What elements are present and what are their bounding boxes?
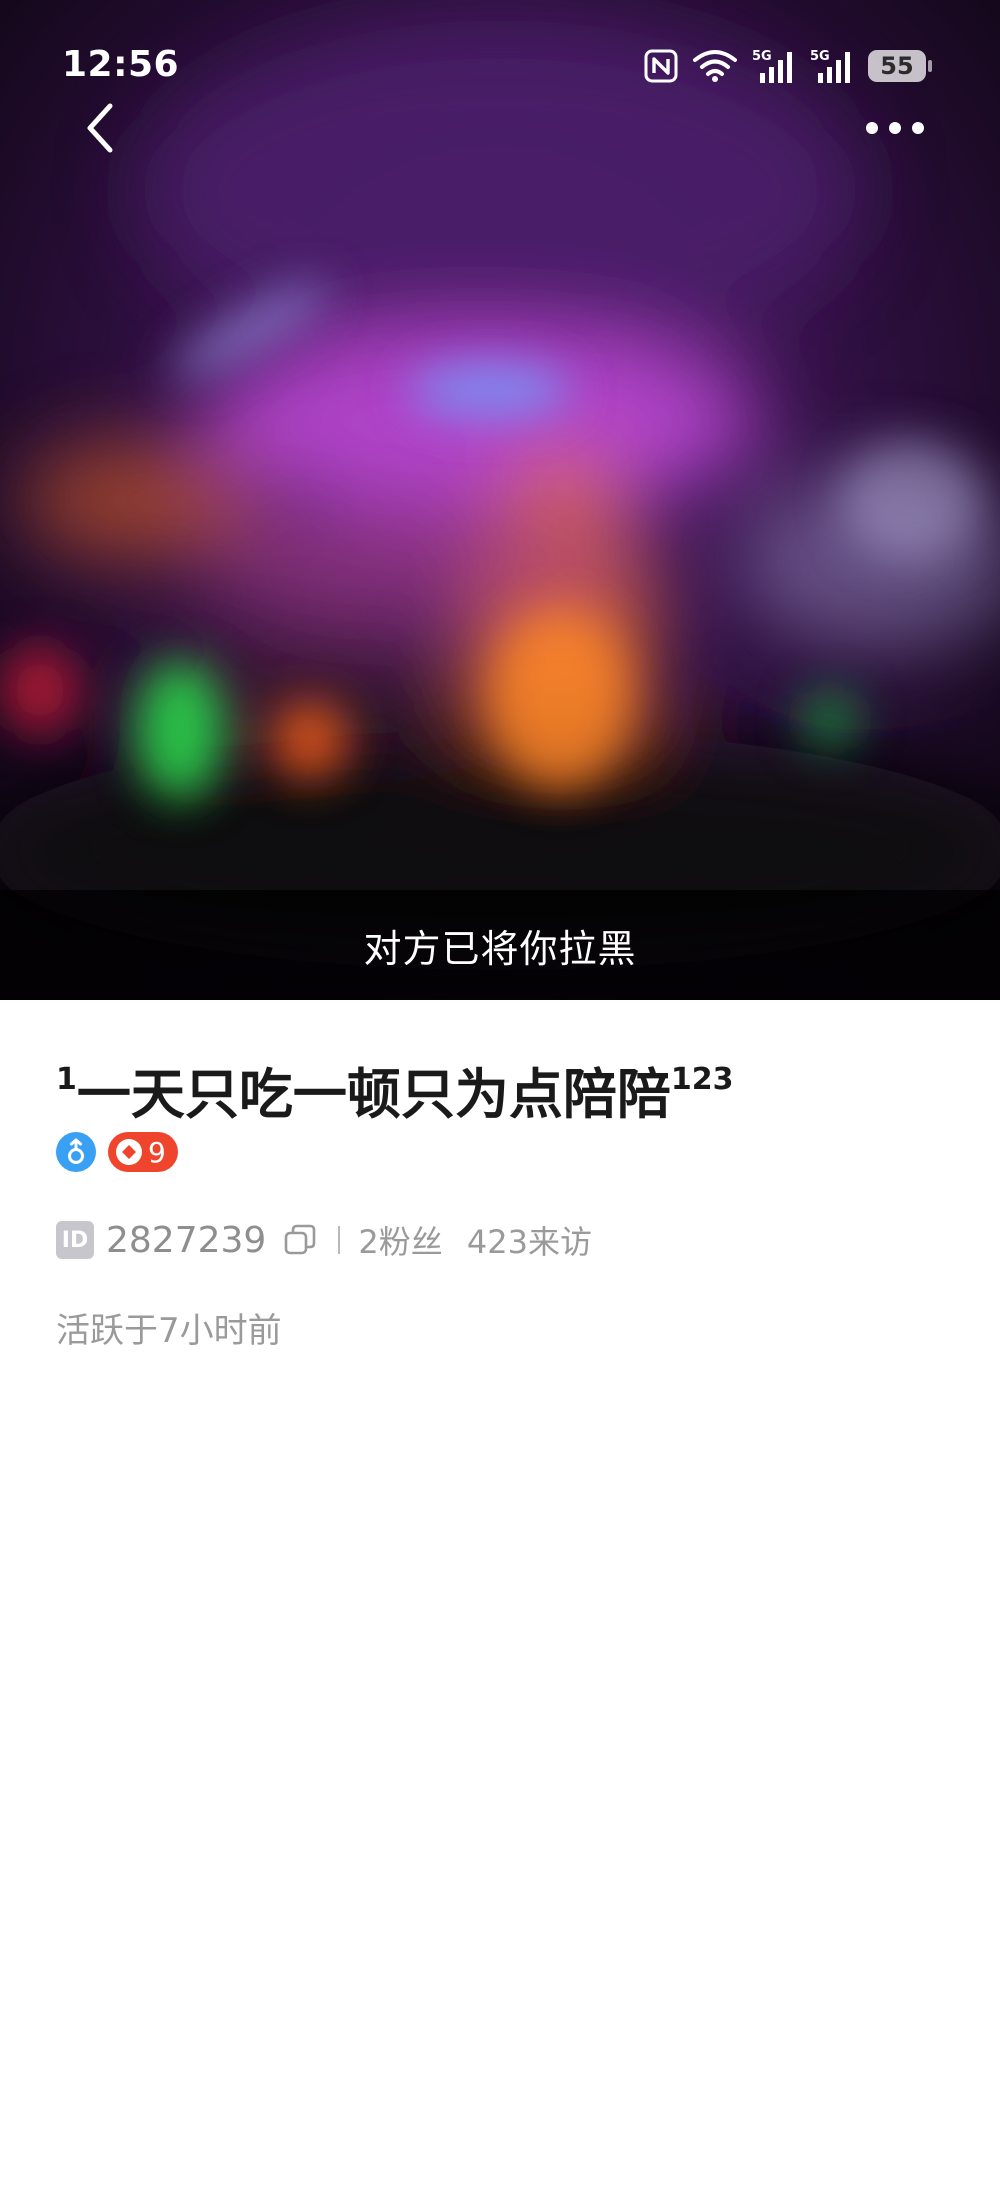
svg-text:5G: 5G bbox=[810, 49, 830, 64]
svg-text:5G: 5G bbox=[752, 49, 772, 64]
level-value: 9 bbox=[148, 1135, 166, 1169]
status-bar: 12:56 5G 5G 55 bbox=[0, 0, 1000, 120]
cover-image bbox=[0, 0, 1000, 1000]
more-horizontal-icon bbox=[866, 122, 924, 134]
chevron-left-icon bbox=[87, 103, 113, 153]
id-row: ID 2827239 2粉丝 423来访 bbox=[56, 1218, 946, 1262]
user-badges: 9 bbox=[56, 1130, 946, 1174]
level-badge: 9 bbox=[108, 1132, 178, 1172]
copy-icon bbox=[285, 1224, 316, 1255]
signal-5g-icon: 5G bbox=[752, 49, 792, 83]
status-time: 12:56 bbox=[62, 44, 180, 85]
male-icon bbox=[68, 1138, 84, 1164]
nickname-text: 一天只吃一顿只为点陪陪 bbox=[76, 1063, 671, 1126]
diamond-icon bbox=[116, 1139, 142, 1165]
nickname-prefix: 1 bbox=[56, 1062, 77, 1097]
back-button[interactable] bbox=[70, 98, 130, 158]
battery-indicator: 55 bbox=[868, 50, 932, 82]
blocked-notice: 对方已将你拉黑 bbox=[0, 890, 1000, 1000]
copy-id-button[interactable] bbox=[282, 1222, 318, 1258]
profile-info: 1一天只吃一顿只为点陪陪123 9 ID 2827239 2粉丝 423来访 活… bbox=[56, 1040, 946, 1356]
divider bbox=[338, 1226, 341, 1254]
user-stats: 2粉丝 423来访 bbox=[358, 1217, 592, 1263]
signal-5g-icon: 5G bbox=[810, 49, 850, 83]
profile-page: 12:56 5G 5G 55 对方已将你拉黑 1一天只吃一顿只为点陪陪123 9… bbox=[0, 0, 1000, 2197]
user-id: 2827239 bbox=[106, 1219, 267, 1261]
nickname-suffix: 123 bbox=[670, 1062, 734, 1097]
id-label: ID bbox=[56, 1221, 94, 1259]
status-icons: 5G 5G 55 bbox=[644, 46, 932, 86]
gender-badge bbox=[56, 1132, 96, 1172]
visits-count[interactable]: 423来访 bbox=[467, 1223, 592, 1261]
nfc-icon bbox=[644, 49, 678, 83]
wifi-icon bbox=[693, 50, 737, 82]
last-active: 活跃于7小时前 bbox=[56, 1311, 282, 1351]
fans-count[interactable]: 2粉丝 bbox=[358, 1223, 442, 1261]
profile-cover: 12:56 5G 5G 55 对方已将你拉黑 bbox=[0, 0, 1000, 1000]
more-options-button[interactable] bbox=[860, 108, 930, 148]
user-nickname: 1一天只吃一顿只为点陪陪123 bbox=[56, 1040, 946, 1126]
